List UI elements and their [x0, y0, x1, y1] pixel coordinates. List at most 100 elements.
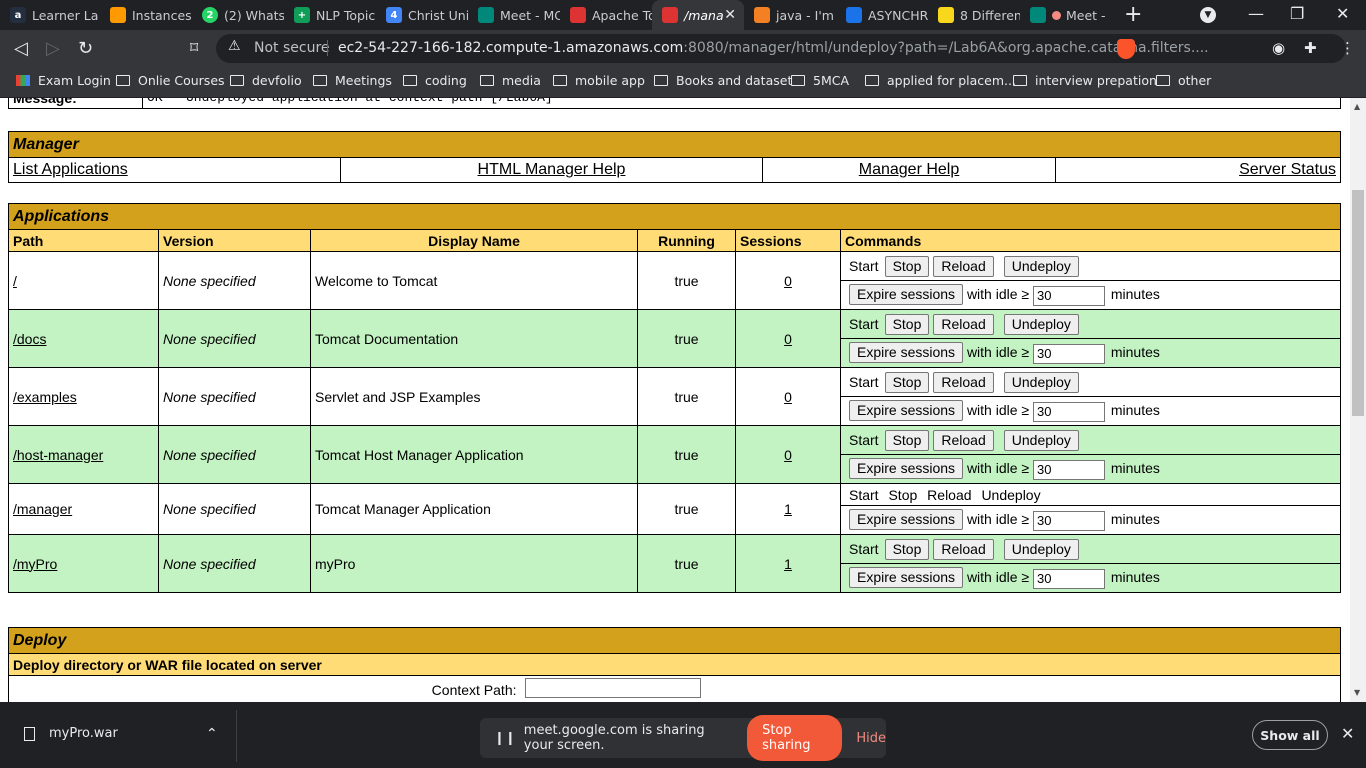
reload-icon[interactable]: ↻ — [78, 38, 93, 59]
tab-8-different[interactable]: 8 Different — [928, 0, 1020, 30]
app-path-link[interactable]: /manager — [13, 501, 72, 517]
bookmark-folder[interactable]: coding — [403, 73, 467, 88]
stop-button[interactable]: Stop — [884, 371, 930, 393]
tab-java[interactable]: java - I'm r — [744, 0, 836, 30]
undeploy-button[interactable]: Undeploy — [1003, 429, 1079, 451]
app-path-link[interactable]: /examples — [13, 389, 77, 405]
expire-sessions-button[interactable]: Expire sessions — [849, 342, 964, 364]
forward-icon[interactable]: ▷ — [46, 38, 60, 59]
bookmark-folder[interactable]: applied for placem... — [865, 73, 1016, 88]
server-status-link[interactable]: Server Status — [1239, 161, 1336, 178]
puzzle-icon[interactable]: ✚ — [1304, 39, 1317, 57]
app-path-link[interactable]: /docs — [13, 331, 46, 347]
download-item[interactable]: myPro.war — [24, 726, 118, 741]
minimize-icon[interactable]: — — [1248, 4, 1264, 23]
show-all-button[interactable]: Show all — [1252, 720, 1328, 750]
bookmark-folder[interactable]: mobile app — [553, 73, 645, 88]
brave-shield-icon[interactable] — [1117, 39, 1135, 59]
expire-sessions-button[interactable]: Expire sessions — [849, 458, 964, 480]
tomcat-icon — [570, 7, 586, 23]
scrollbar[interactable]: ▲ ▼ — [1350, 98, 1366, 702]
tab-manager-active[interactable]: /mana ✕ — [652, 0, 744, 30]
reload-button[interactable]: Reload — [933, 538, 994, 560]
reload-button[interactable]: Reload — [933, 313, 994, 335]
back-icon[interactable]: ◁ — [14, 38, 28, 59]
extension-icon[interactable]: ◉ — [1272, 39, 1285, 57]
menu-icon[interactable]: ⋮ — [1340, 39, 1355, 57]
close-tab-icon[interactable]: ✕ — [724, 7, 736, 23]
close-window-icon[interactable]: ✕ — [1336, 4, 1349, 23]
scroll-thumb[interactable] — [1352, 190, 1364, 416]
idle-input[interactable]: 30 — [1032, 401, 1105, 422]
bookmark-folder[interactable]: other — [1156, 73, 1211, 88]
tab-meet[interactable]: Meet - — [1020, 0, 1112, 30]
context-path-input[interactable] — [524, 678, 701, 698]
bookmark-folder[interactable]: media — [480, 73, 541, 88]
app-path-link[interactable]: / — [13, 273, 17, 289]
chevron-up-icon[interactable]: ⌃ — [206, 726, 218, 742]
reload-button[interactable]: Reload — [933, 255, 994, 277]
idle-input[interactable]: 30 — [1032, 343, 1105, 364]
undeploy-button[interactable]: Undeploy — [1003, 538, 1079, 560]
app-sessions-cell: 1 — [735, 483, 841, 535]
stop-button[interactable]: Stop — [884, 255, 930, 277]
manager-help-link[interactable]: Manager Help — [859, 161, 960, 178]
app-sessions-link[interactable]: 0 — [784, 331, 792, 347]
idle-input[interactable]: 30 — [1032, 568, 1105, 589]
reload-button[interactable]: Reload — [933, 429, 994, 451]
tab-whatsapp[interactable]: 2 (2) WhatsA — [192, 0, 284, 30]
app-version: None specified — [158, 367, 311, 426]
idle-input[interactable]: 30 — [1032, 285, 1105, 306]
undeploy-button[interactable]: Undeploy — [1003, 255, 1079, 277]
expire-sessions-button[interactable]: Expire sessions — [849, 400, 964, 422]
tab-nlp-topic[interactable]: + NLP Topic — [284, 0, 376, 30]
app-sessions-link[interactable]: 0 — [784, 447, 792, 463]
tab-meet-mc[interactable]: Meet - MC — [468, 0, 560, 30]
html-manager-help-link[interactable]: HTML Manager Help — [478, 161, 626, 178]
close-icon[interactable]: ✕ — [1341, 724, 1354, 743]
reload-button[interactable]: Reload — [933, 371, 994, 393]
app-path-link[interactable]: /myPro — [13, 556, 57, 572]
app-sessions-link[interactable]: 0 — [784, 389, 792, 405]
tab-apache-tomcat[interactable]: Apache To — [560, 0, 652, 30]
stop-button[interactable]: Stop — [884, 313, 930, 335]
new-tab-icon[interactable]: + — [1124, 2, 1142, 27]
expire-sessions-button[interactable]: Expire sessions — [849, 509, 964, 531]
url-text[interactable]: ec2-54-227-166-182.compute-1.amazonaws.c… — [338, 40, 1209, 56]
stop-button[interactable]: Stop — [884, 429, 930, 451]
undeploy-button[interactable]: Undeploy — [1003, 371, 1079, 393]
bookmark-folder[interactable]: interview prepation — [1013, 73, 1157, 88]
idle-input[interactable]: 30 — [1032, 459, 1105, 480]
expire-sessions-button[interactable]: Expire sessions — [849, 567, 964, 589]
bookmark-folder[interactable]: Onlie Courses — [116, 73, 225, 88]
restore-icon[interactable]: ❐ — [1290, 4, 1304, 23]
bookmark-folder[interactable]: 5MCA — [791, 73, 849, 88]
scroll-up-icon[interactable]: ▲ — [1354, 102, 1360, 111]
bookmark-icon[interactable]: ⌑ — [190, 38, 198, 57]
scroll-down-icon[interactable]: ▼ — [1354, 688, 1360, 697]
bookmark-exam-login[interactable]: Exam Login — [16, 73, 111, 88]
expire-sessions-button[interactable]: Expire sessions — [849, 284, 964, 306]
bookmark-folder[interactable]: devfolio — [230, 73, 302, 88]
app-sessions-link[interactable]: 0 — [784, 273, 792, 289]
tab-learner-lab[interactable]: a Learner La — [0, 0, 100, 30]
tab-christ-uni[interactable]: 4 Christ Uni — [376, 0, 468, 30]
stop-button[interactable]: Stop — [884, 538, 930, 560]
app-path-cell: /docs — [8, 309, 159, 368]
list-applications-link[interactable]: List Applications — [13, 161, 128, 178]
address-bar[interactable]: ⚠ Not secure ec2-54-227-166-182.compute-… — [216, 34, 1346, 63]
tab-search-icon[interactable]: ▼ — [1200, 7, 1216, 23]
app-path-link[interactable]: /host-manager — [13, 447, 103, 463]
tab-asynchr[interactable]: ASYNCHR — [836, 0, 928, 30]
idle-input[interactable]: 30 — [1032, 510, 1105, 531]
undeploy-button[interactable]: Undeploy — [1003, 313, 1079, 335]
tab-strip: a Learner La Instances | 2 (2) WhatsA + NLP… — [0, 0, 1366, 30]
bookmark-folder[interactable]: Books and dataset — [654, 73, 792, 88]
app-sessions-link[interactable]: 1 — [784, 501, 792, 517]
download-bar: myPro.war ⌃ ❙❙ meet.google.com is sharin… — [0, 702, 1366, 768]
stop-sharing-button[interactable]: Stop sharing — [747, 715, 843, 761]
hide-button[interactable]: Hide — [856, 731, 886, 746]
bookmark-folder[interactable]: Meetings — [313, 73, 392, 88]
tab-instances[interactable]: Instances | — [100, 0, 192, 30]
app-sessions-link[interactable]: 1 — [784, 556, 792, 572]
